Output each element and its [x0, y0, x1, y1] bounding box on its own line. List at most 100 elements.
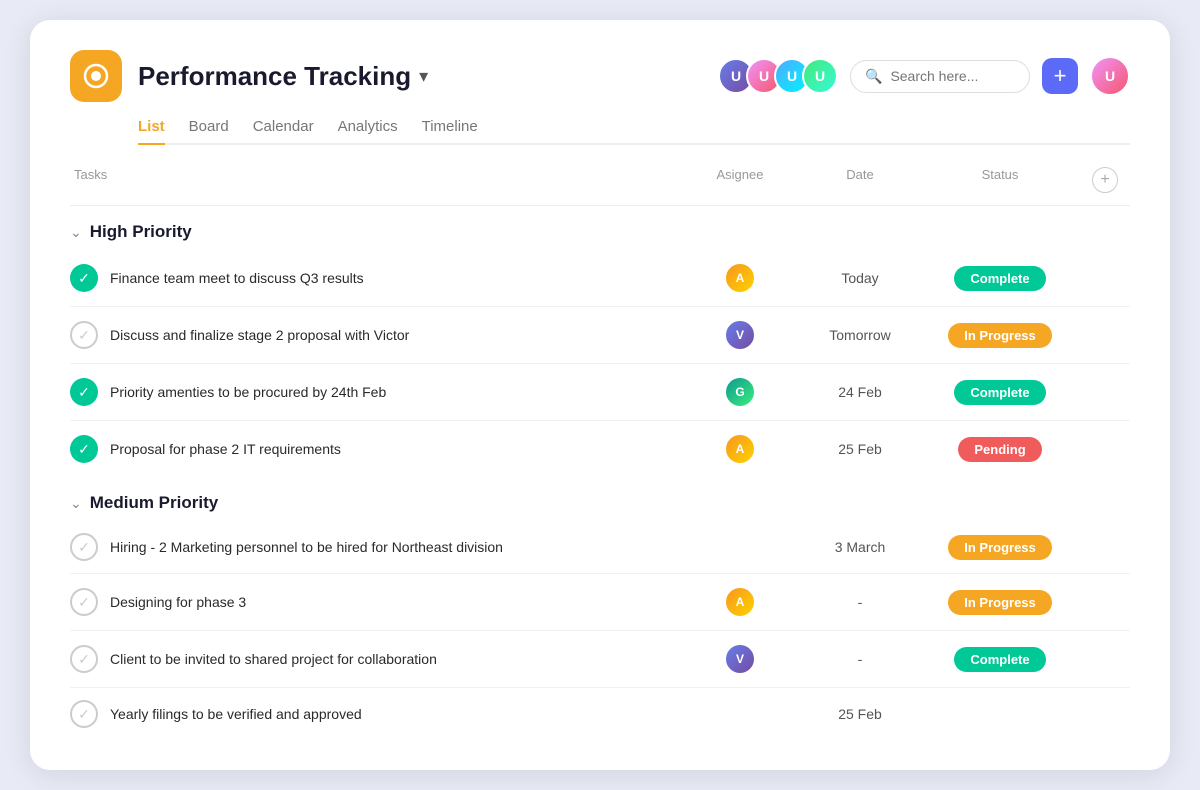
task-left: ✓ Proposal for phase 2 IT requirements [70, 435, 680, 463]
table-header: Tasks Asignee Date Status + [70, 155, 1130, 206]
avatar[interactable]: V [724, 643, 756, 675]
task-date: Tomorrow [800, 327, 920, 343]
task-status: In Progress [920, 590, 1080, 615]
nav-tabs: List Board Calendar Analytics Timeline [138, 118, 1130, 145]
title-area: Performance Tracking ▾ [138, 61, 718, 92]
table-row: ✓ Finance team meet to discuss Q3 result… [70, 250, 1130, 307]
task-check-pending[interactable]: ✓ [70, 700, 98, 728]
task-name: Discuss and finalize stage 2 proposal wi… [110, 327, 409, 343]
status-badge: In Progress [948, 590, 1052, 615]
tab-timeline[interactable]: Timeline [422, 118, 478, 145]
table-row: ✓ Proposal for phase 2 IT requirements A… [70, 421, 1130, 477]
task-check-pending[interactable]: ✓ [70, 321, 98, 349]
search-box[interactable]: 🔍 [850, 60, 1030, 93]
task-name: Priority amenties to be procured by 24th… [110, 384, 386, 400]
col-header-tasks: Tasks [70, 167, 680, 193]
table-row: ✓ Designing for phase 3 A - In Progress [70, 574, 1130, 631]
task-check-complete[interactable]: ✓ [70, 378, 98, 406]
tab-calendar[interactable]: Calendar [253, 118, 314, 145]
section-medium-priority: ⌄ Medium Priority ✓ Hiring - 2 Marketing… [70, 477, 1130, 740]
avatar-user-4[interactable]: U [802, 58, 838, 94]
app-logo [70, 50, 122, 102]
col-header-status: Status [920, 167, 1080, 193]
task-assignee: V [680, 319, 800, 351]
task-assignee: V [680, 643, 800, 675]
title-dropdown-chevron[interactable]: ▾ [419, 66, 428, 87]
task-left: ✓ Discuss and finalize stage 2 proposal … [70, 321, 680, 349]
tab-board[interactable]: Board [189, 118, 229, 145]
task-date: - [800, 594, 920, 610]
task-assignee: G [680, 376, 800, 408]
table-row: ✓ Hiring - 2 Marketing personnel to be h… [70, 521, 1130, 574]
task-check-pending[interactable]: ✓ [70, 645, 98, 673]
header: Performance Tracking ▾ U U U U 🔍 + U [70, 50, 1130, 102]
task-left: ✓ Client to be invited to shared project… [70, 645, 680, 673]
task-left: ✓ Priority amenties to be procured by 24… [70, 378, 680, 406]
task-check-pending[interactable]: ✓ [70, 588, 98, 616]
search-icon: 🔍 [865, 68, 882, 85]
avatar[interactable]: V [724, 319, 756, 351]
task-assignee: A [680, 586, 800, 618]
table-row: ✓ Yearly filings to be verified and appr… [70, 688, 1130, 740]
add-button[interactable]: + [1042, 58, 1078, 94]
app-container: Performance Tracking ▾ U U U U 🔍 + U Lis… [30, 20, 1170, 770]
task-date: 25 Feb [800, 441, 920, 457]
tab-analytics[interactable]: Analytics [338, 118, 398, 145]
task-name: Hiring - 2 Marketing personnel to be hir… [110, 539, 503, 555]
task-date: 25 Feb [800, 706, 920, 722]
avatar[interactable]: A [724, 586, 756, 618]
avatar[interactable]: G [724, 376, 756, 408]
task-status: In Progress [920, 323, 1080, 348]
task-check-pending[interactable]: ✓ [70, 533, 98, 561]
section-title-medium: Medium Priority [90, 493, 218, 513]
app-title: Performance Tracking [138, 61, 411, 92]
task-name: Proposal for phase 2 IT requirements [110, 441, 341, 457]
status-badge: Pending [958, 437, 1041, 462]
task-status: In Progress [920, 535, 1080, 560]
section-toggle-medium[interactable]: ⌄ [70, 495, 82, 512]
task-name: Designing for phase 3 [110, 594, 246, 610]
user-profile-avatar[interactable]: U [1090, 56, 1130, 96]
status-badge: In Progress [948, 535, 1052, 560]
task-assignee: A [680, 433, 800, 465]
section-toggle-high[interactable]: ⌄ [70, 224, 82, 241]
task-left: ✓ Finance team meet to discuss Q3 result… [70, 264, 680, 292]
add-column-button[interactable]: + [1092, 167, 1118, 193]
task-check-complete[interactable]: ✓ [70, 264, 98, 292]
task-date: Today [800, 270, 920, 286]
task-status: Complete [920, 380, 1080, 405]
task-name: Finance team meet to discuss Q3 results [110, 270, 364, 286]
col-header-date: Date [800, 167, 920, 193]
section-header-medium-priority[interactable]: ⌄ Medium Priority [70, 477, 1130, 521]
section-high-priority: ⌄ High Priority ✓ Finance team meet to d… [70, 206, 1130, 477]
status-badge: Complete [954, 266, 1045, 291]
task-date: 24 Feb [800, 384, 920, 400]
section-header-high-priority[interactable]: ⌄ High Priority [70, 206, 1130, 250]
team-avatars: U U U U [718, 58, 838, 94]
col-header-assignee: Asignee [680, 167, 800, 193]
tab-list[interactable]: List [138, 118, 165, 145]
task-status: Complete [920, 266, 1080, 291]
task-date: 3 March [800, 539, 920, 555]
task-left: ✓ Yearly filings to be verified and appr… [70, 700, 680, 728]
task-status: Complete [920, 647, 1080, 672]
task-name: Client to be invited to shared project f… [110, 651, 437, 667]
task-date: - [800, 651, 920, 667]
task-check-complete[interactable]: ✓ [70, 435, 98, 463]
task-name: Yearly filings to be verified and approv… [110, 706, 362, 722]
task-left: ✓ Hiring - 2 Marketing personnel to be h… [70, 533, 680, 561]
status-badge: Complete [954, 647, 1045, 672]
avatar[interactable]: A [724, 262, 756, 294]
table-row: ✓ Discuss and finalize stage 2 proposal … [70, 307, 1130, 364]
task-left: ✓ Designing for phase 3 [70, 588, 680, 616]
avatar[interactable]: A [724, 433, 756, 465]
table-row: ✓ Client to be invited to shared project… [70, 631, 1130, 688]
header-right: U U U U 🔍 + U [718, 56, 1130, 96]
status-badge: Complete [954, 380, 1045, 405]
task-status: Pending [920, 437, 1080, 462]
section-title-high: High Priority [90, 222, 192, 242]
table-row: ✓ Priority amenties to be procured by 24… [70, 364, 1130, 421]
search-input[interactable] [890, 68, 1015, 84]
logo-icon [82, 62, 110, 90]
col-header-add: + [1080, 167, 1130, 193]
